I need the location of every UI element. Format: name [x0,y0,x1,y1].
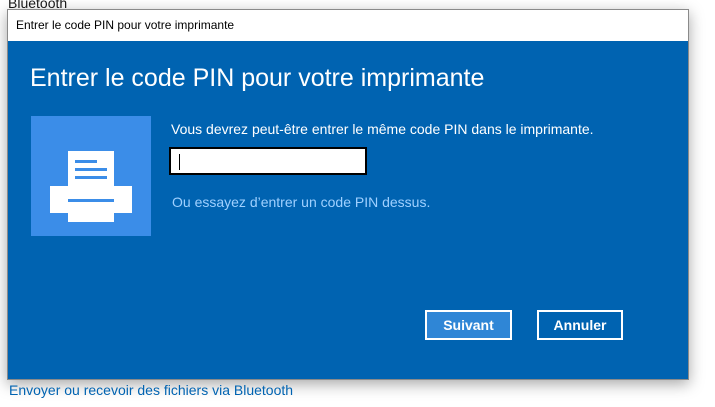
dialog-titlebar[interactable]: Entrer le code PIN pour votre imprimante [8,10,688,41]
text-caret [179,154,180,170]
printer-icon [50,151,132,222]
printer-icon-tile [31,116,151,236]
cancel-button[interactable]: Annuler [537,310,623,340]
bluetooth-send-receive-link[interactable]: Envoyer ou recevoir des fichiers via Blu… [9,382,293,398]
pin-hint-text: Ou essayez d’entrer un code PIN dessus. [172,194,431,210]
dialog-window-title: Entrer le code PIN pour votre imprimante [16,18,235,32]
pin-input[interactable] [169,147,367,175]
next-button[interactable]: Suivant [425,310,512,340]
pin-instruction-text: Vous devrez peut-être entrer le même cod… [171,121,594,137]
dialog-heading: Entrer le code PIN pour votre imprimante [30,64,485,92]
pin-dialog: Entrer le code PIN pour votre imprimante… [7,9,689,380]
